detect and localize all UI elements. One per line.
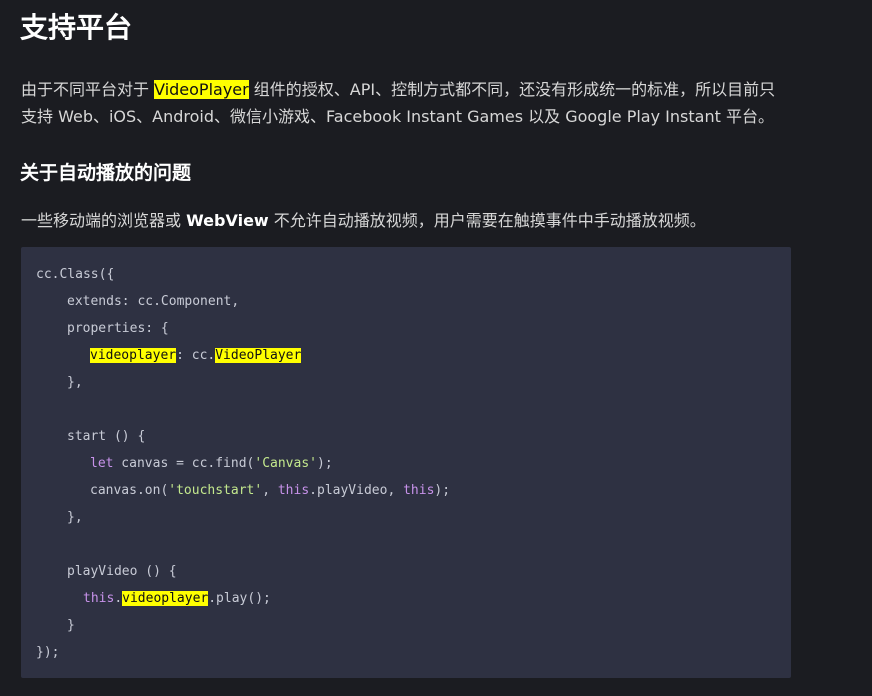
code-highlight-videoplayer: videoplayer: [90, 348, 177, 363]
code-text: : cc.: [176, 348, 216, 363]
code-string: 'Canvas': [254, 456, 317, 471]
code-line-9: canvas.on('touchstart', this.playVideo, …: [90, 481, 450, 501]
code-line-4: videoplayer: cc.VideoPlayer: [90, 346, 302, 366]
autoplay-paragraph: 一些移动端的浏览器或 WebView 不允许自动播放视频，用户需要在触摸事件中手…: [21, 207, 821, 234]
code-text: );: [317, 456, 333, 471]
code-text: ,: [262, 483, 278, 498]
section-title: 支持平台: [20, 11, 133, 44]
platform-paragraph: 由于不同平台对于 VideoPlayer 组件的授权、API、控制方式都不同，还…: [21, 76, 801, 130]
code-text: .: [114, 591, 123, 606]
autoplay-paragraph-text-2: 不允许自动播放视频，用户需要在触摸事件中手动播放视频。: [268, 211, 706, 230]
code-text: );: [434, 483, 451, 498]
videoplayer-highlight: VideoPlayer: [154, 80, 249, 99]
code-line-7: start () {: [67, 429, 146, 444]
webview-bold: WebView: [186, 211, 269, 230]
code-line-10: },: [67, 510, 83, 525]
code-line-1: cc.Class({: [36, 267, 115, 282]
code-line-3: properties: {: [67, 321, 169, 336]
code-line-5: },: [67, 375, 83, 390]
code-text: canvas = cc.find(: [113, 456, 255, 471]
code-line-12: playVideo () {: [67, 564, 177, 579]
code-keyword: let: [90, 456, 114, 471]
code-keyword: this: [403, 483, 435, 498]
code-line-2: extends: cc.Component,: [67, 294, 240, 309]
doc-page: 支持平台 由于不同平台对于 VideoPlayer 组件的授权、API、控制方式…: [0, 0, 872, 696]
code-line-8: let canvas = cc.find('Canvas');: [90, 454, 333, 474]
autoplay-paragraph-text-1: 一些移动端的浏览器或: [21, 211, 187, 230]
code-string: 'touchstart': [168, 483, 263, 498]
code-keyword: this: [83, 591, 115, 606]
platform-paragraph-line-2: 支持 Web、iOS、Android、微信小游戏、Facebook Instan…: [21, 107, 774, 126]
code-highlight-VideoPlayer: VideoPlayer: [215, 348, 302, 363]
code-line-15: });: [36, 645, 60, 660]
subsection-title: 关于自动播放的问题: [20, 162, 192, 184]
code-block[interactable]: cc.Class({ extends: cc.Component, proper…: [21, 247, 791, 678]
code-line-14: }: [67, 618, 75, 633]
code-text: .playVideo,: [309, 483, 404, 498]
code-text: .play();: [208, 591, 271, 606]
platform-paragraph-text-1: 由于不同平台对于: [21, 80, 155, 99]
code-highlight-videoplayer: videoplayer: [122, 591, 209, 606]
code-text: canvas.on(: [90, 483, 169, 498]
code-line-13: this.videoplayer.play();: [83, 589, 271, 609]
platform-paragraph-text-2: 组件的授权、API、控制方式都不同，还没有形成统一的标准，所以目前只: [248, 80, 776, 99]
code-keyword: this: [277, 483, 310, 498]
